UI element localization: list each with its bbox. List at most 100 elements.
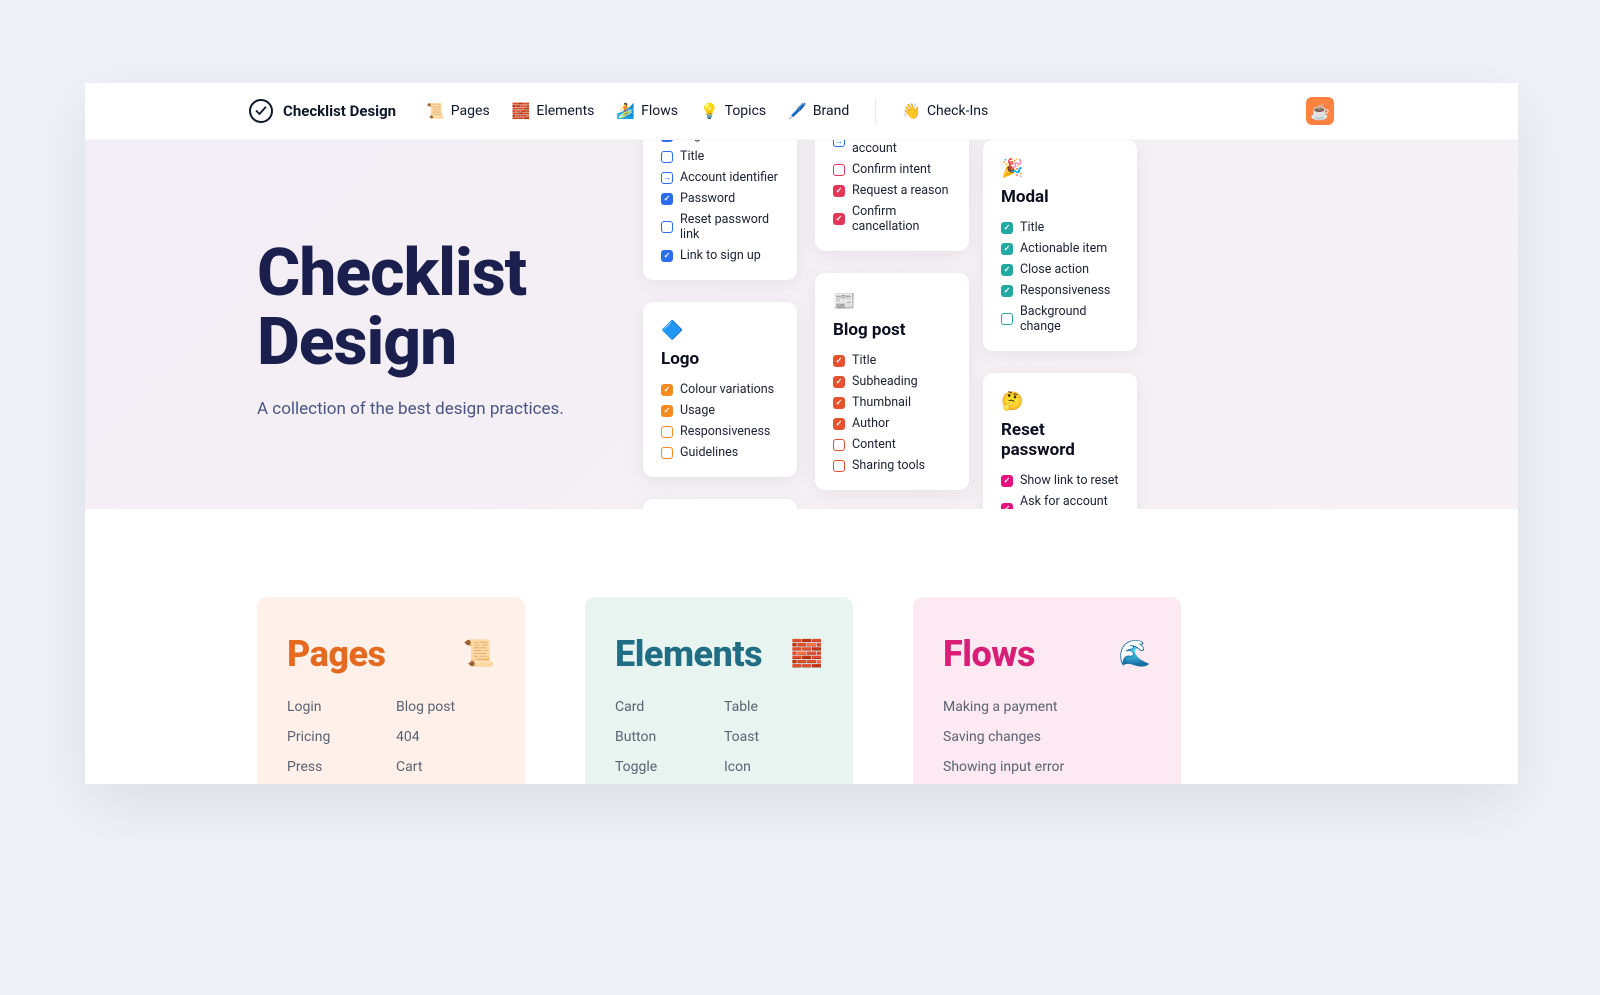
- checkbox-icon[interactable]: [833, 439, 845, 451]
- checklist-item[interactable]: Link to sign up: [661, 245, 779, 266]
- nav-link-flows[interactable]: 🏄 Flows: [616, 102, 678, 120]
- checklist-item[interactable]: Title: [1001, 217, 1119, 238]
- checkbox-icon[interactable]: [1001, 285, 1013, 297]
- nav-right: ☕: [1306, 97, 1334, 125]
- categories: Pages 📜 LoginBlog postPricing404PressCar…: [85, 509, 1518, 784]
- checkbox-icon[interactable]: [1001, 313, 1013, 325]
- card-modal[interactable]: 🎉 Modal TitleActionable itemClose action…: [983, 140, 1137, 351]
- nav-link-elements[interactable]: 🧱 Elements: [512, 102, 595, 120]
- card-logo-title: Logo: [661, 349, 779, 369]
- card-reset[interactable]: 🤔 Reset password Show link to resetAsk f…: [983, 373, 1137, 509]
- category-item[interactable]: Making a payment: [943, 699, 1151, 715]
- checkbox-icon[interactable]: [833, 213, 845, 225]
- category-item[interactable]: Cart: [396, 759, 495, 775]
- checkbox-icon[interactable]: [661, 447, 673, 459]
- category-item[interactable]: Showing input error: [943, 759, 1151, 775]
- coffee-button[interactable]: ☕: [1306, 97, 1334, 125]
- category-item[interactable]: Button: [615, 729, 714, 745]
- card-partial-1[interactable]: 🔵: [643, 499, 797, 509]
- checklist-item[interactable]: Usage: [661, 400, 779, 421]
- nav-link-checkins[interactable]: 👋 Check-Ins: [902, 102, 988, 120]
- checklist-item[interactable]: Password: [661, 188, 779, 209]
- checkbox-icon[interactable]: [833, 460, 845, 472]
- category-item[interactable]: 404: [396, 729, 495, 745]
- checkbox-icon[interactable]: [661, 250, 673, 262]
- category-pages[interactable]: Pages 📜 LoginBlog postPricing404PressCar…: [257, 597, 525, 784]
- checklist-item[interactable]: Reset password link: [661, 209, 779, 245]
- checkbox-icon[interactable]: [1001, 243, 1013, 255]
- checkbox-icon[interactable]: [661, 221, 673, 233]
- category-item[interactable]: Card: [615, 699, 714, 715]
- checkbox-icon[interactable]: [661, 426, 673, 438]
- checklist-item[interactable]: Account identifier: [661, 167, 779, 188]
- card-blog-icon: 📰: [833, 291, 951, 312]
- checklist-item-label: Password: [680, 191, 735, 206]
- category-item[interactable]: Icon: [724, 759, 823, 775]
- category-item[interactable]: Blog post: [396, 699, 495, 715]
- checkbox-icon[interactable]: [833, 397, 845, 409]
- checklist-item[interactable]: Ask for account details: [1001, 491, 1119, 509]
- checkbox-icon[interactable]: [661, 172, 673, 184]
- checklist-item-label: Author: [852, 416, 889, 431]
- card-blog[interactable]: 📰 Blog post TitleSubheadingThumbnail Auth…: [815, 273, 969, 490]
- category-item[interactable]: Press: [287, 759, 386, 775]
- checklist-item[interactable]: Request a reason: [833, 180, 951, 201]
- checkbox-icon[interactable]: [833, 355, 845, 367]
- category-item[interactable]: Pricing: [287, 729, 386, 745]
- checklist-item[interactable]: Responsiveness: [661, 421, 779, 442]
- checklist-item[interactable]: Title: [661, 146, 779, 167]
- checklist-item[interactable]: Subheading: [833, 371, 951, 392]
- checkbox-icon[interactable]: [661, 151, 673, 163]
- category-elements-icon: 🧱: [791, 639, 823, 669]
- brand[interactable]: Checklist Design: [249, 99, 396, 123]
- nav-label-flows: Flows: [641, 103, 678, 119]
- checklist-item[interactable]: Thumbnail: [833, 392, 951, 413]
- checkbox-icon[interactable]: [1001, 222, 1013, 234]
- checklist-item[interactable]: Close action: [1001, 259, 1119, 280]
- checklist-item[interactable]: Author: [833, 413, 951, 434]
- checkbox-icon[interactable]: [661, 405, 673, 417]
- category-flows[interactable]: Flows 🌊 Making a paymentSaving changesSh…: [913, 597, 1181, 784]
- checklist-item[interactable]: Show link to reset: [1001, 470, 1119, 491]
- checkbox-icon[interactable]: [833, 376, 845, 388]
- checkbox-icon[interactable]: [661, 384, 673, 396]
- card-logo[interactable]: 🔷 Logo Colour variationsUsageResponsiven…: [643, 302, 797, 477]
- checklist-item-label: Responsiveness: [1020, 283, 1110, 298]
- checklist-item[interactable]: Colour variations: [661, 379, 779, 400]
- checklist-item-label: Actionable item: [1020, 241, 1107, 256]
- category-elements[interactable]: Elements 🧱 CardTableButtonToastToggleIco…: [585, 597, 853, 784]
- checklist-item[interactable]: Guidelines: [661, 442, 779, 463]
- nav-icon-topics: 💡: [700, 102, 719, 120]
- card-blog-title: Blog post: [833, 320, 951, 340]
- checkbox-icon[interactable]: [833, 164, 845, 176]
- category-item[interactable]: Toggle: [615, 759, 714, 775]
- category-item[interactable]: Toast: [724, 729, 823, 745]
- category-item[interactable]: Saving changes: [943, 729, 1151, 745]
- checklist-item[interactable]: Confirm cancellation: [833, 201, 951, 237]
- checklist-item[interactable]: Sharing tools: [833, 455, 951, 476]
- checklist-item-label: Title: [1020, 220, 1044, 235]
- checkbox-icon[interactable]: [661, 140, 673, 142]
- checklist-item[interactable]: Confirm intent: [833, 159, 951, 180]
- checklist-item[interactable]: Background change: [1001, 301, 1119, 337]
- checklist-item[interactable]: Responsiveness: [1001, 280, 1119, 301]
- checkbox-icon[interactable]: [833, 140, 845, 147]
- checklist-item[interactable]: Title: [833, 350, 951, 371]
- nav-link-brand[interactable]: 🖊️ Brand: [788, 102, 849, 120]
- checkbox-icon[interactable]: [833, 418, 845, 430]
- nav-link-topics[interactable]: 💡 Topics: [700, 102, 766, 120]
- checklist-item-label: Reset password link: [680, 212, 779, 242]
- nav-link-pages[interactable]: 📜 Pages: [426, 102, 490, 120]
- page-frame: Checklist Design 📜 Pages 🧱 Elements 🏄 Fl…: [85, 83, 1518, 784]
- category-item[interactable]: Login: [287, 699, 386, 715]
- checkbox-icon[interactable]: [1001, 264, 1013, 276]
- card-login[interactable]: LogoTitleAccount identifierPasswordReset…: [643, 140, 797, 280]
- checklist-item[interactable]: Actionable item: [1001, 238, 1119, 259]
- checklist-item[interactable]: Show link in account: [833, 140, 951, 159]
- checkbox-icon[interactable]: [661, 193, 673, 205]
- checklist-item[interactable]: Content: [833, 434, 951, 455]
- category-item[interactable]: Table: [724, 699, 823, 715]
- checkbox-icon[interactable]: [1001, 475, 1013, 487]
- card-cancel[interactable]: Show link in accountConfirm intentReques…: [815, 140, 969, 251]
- checkbox-icon[interactable]: [833, 185, 845, 197]
